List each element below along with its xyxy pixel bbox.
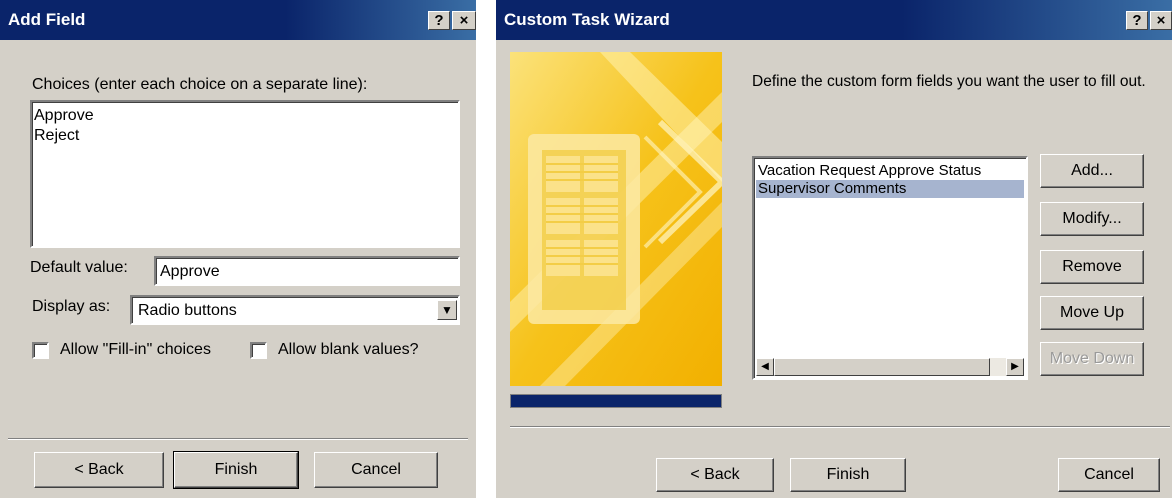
choice-line: Approve <box>34 107 94 124</box>
close-button[interactable]: × <box>1150 11 1172 30</box>
fields-listbox[interactable]: Vacation Request Approve Status Supervis… <box>752 156 1028 380</box>
cancel-button[interactable]: Cancel <box>1058 458 1160 492</box>
move-up-button[interactable]: Move Up <box>1040 296 1144 330</box>
allow-blank-label: Allow blank values? <box>278 341 419 358</box>
default-value-label: Default value: <box>30 259 128 276</box>
default-value-text: Approve <box>160 263 220 280</box>
remove-button[interactable]: Remove <box>1040 250 1144 284</box>
list-item[interactable]: Vacation Request Approve Status <box>756 162 1024 180</box>
default-value-field[interactable]: Approve <box>154 256 460 286</box>
help-button[interactable]: ? <box>428 11 450 30</box>
close-button[interactable]: × <box>452 11 476 30</box>
modify-button[interactable]: Modify... <box>1040 202 1144 236</box>
add-field-titlebar: Add Field ? × <box>0 0 476 40</box>
footer-divider <box>510 426 1170 428</box>
help-button[interactable]: ? <box>1126 11 1148 30</box>
choices-label: Choices (enter each choice on a separate… <box>32 76 368 93</box>
horizontal-scrollbar[interactable]: ◀ ▶ <box>756 358 1024 376</box>
back-button[interactable]: < Back <box>656 458 774 492</box>
display-as-label: Display as: <box>32 298 111 315</box>
footer-divider <box>8 438 468 440</box>
display-as-value: Radio buttons <box>138 302 237 319</box>
back-button[interactable]: < Back <box>34 452 164 488</box>
wizard-banner-image <box>510 52 722 386</box>
display-as-select[interactable]: Radio buttons ▼ <box>130 295 460 325</box>
allow-fillin-checkbox[interactable] <box>32 342 49 359</box>
choice-line: Reject <box>34 127 80 144</box>
progress-bar <box>510 394 722 408</box>
add-field-title: Add Field <box>8 10 86 29</box>
arrow-left-icon[interactable]: ◀ <box>756 358 774 376</box>
finish-button[interactable]: Finish <box>173 451 299 489</box>
wizard-title: Custom Task Wizard <box>504 10 670 29</box>
finish-button[interactable]: Finish <box>790 458 906 492</box>
allow-fillin-label: Allow "Fill-in" choices <box>60 341 211 358</box>
custom-task-wizard-dialog: Custom Task Wizard ? × Define the custom… <box>496 0 1172 498</box>
chevron-down-icon[interactable]: ▼ <box>437 300 457 320</box>
cancel-button[interactable]: Cancel <box>314 452 438 488</box>
wizard-titlebar: Custom Task Wizard ? × <box>496 0 1172 40</box>
move-down-button: Move Down <box>1040 342 1144 376</box>
list-item-selected[interactable]: Supervisor Comments <box>756 180 1024 198</box>
wizard-description: Define the custom form fields you want t… <box>752 73 1146 90</box>
arrow-right-icon[interactable]: ▶ <box>1006 358 1024 376</box>
add-button[interactable]: Add... <box>1040 154 1144 188</box>
allow-blank-checkbox[interactable] <box>250 342 267 359</box>
add-field-dialog: Add Field ? × Choices (enter each choice… <box>0 0 476 498</box>
choices-textarea[interactable]: Approve Reject <box>30 100 460 248</box>
scroll-thumb[interactable] <box>774 358 990 376</box>
